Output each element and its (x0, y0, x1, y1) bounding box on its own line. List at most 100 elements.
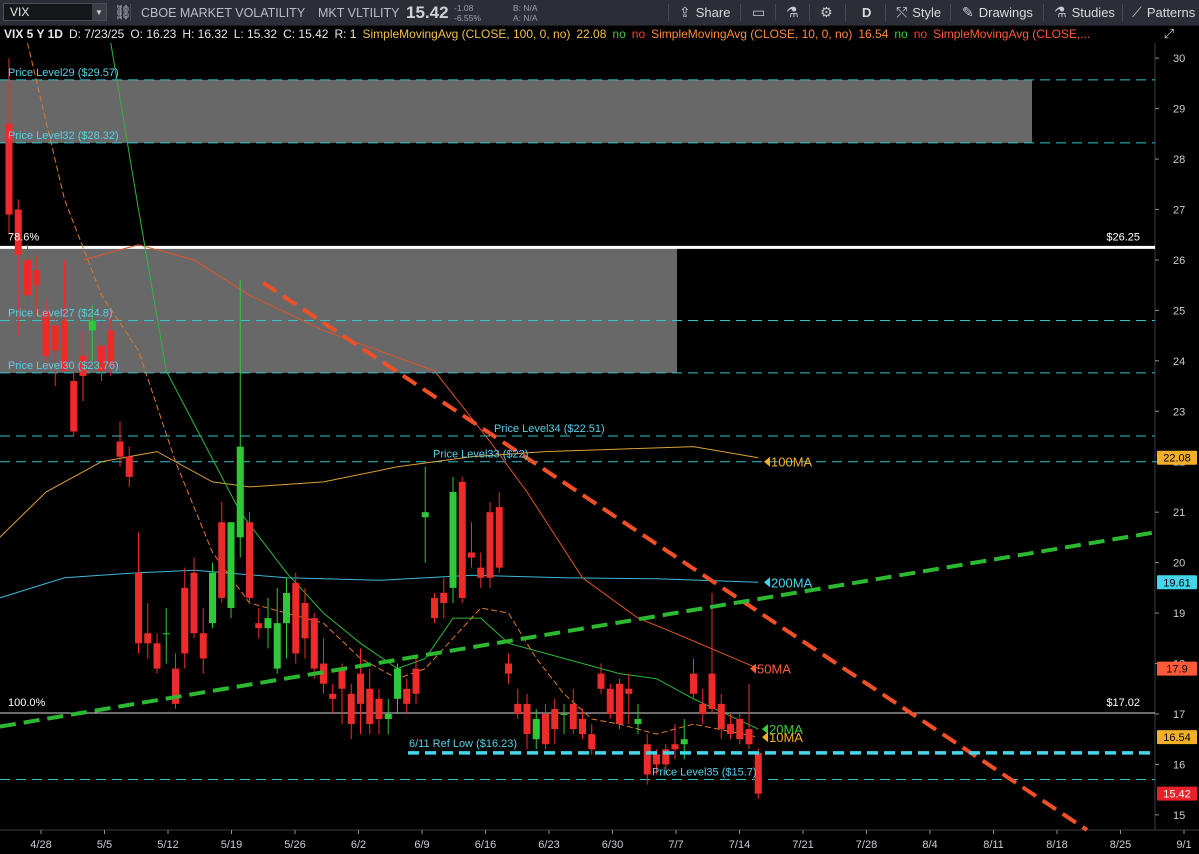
price-tick-label: 29 (1173, 104, 1185, 116)
info-high: H: 16.32 (182, 26, 228, 41)
candle-body (51, 325, 59, 351)
candle-body (477, 567, 485, 578)
symbol-input[interactable]: VIX ▼ (3, 3, 107, 21)
axis-price-tag-label: 22.08 (1163, 453, 1191, 465)
candle-body (338, 668, 346, 689)
price-level-label: Price Level34 ($22.51) (494, 423, 605, 435)
candle-body (588, 734, 596, 750)
candle-body (699, 703, 707, 714)
chart-info-bar: VIX 5 Y 1D D: 7/23/25 O: 16.23 H: 16.32 … (0, 25, 1155, 42)
style-label: Style (912, 5, 942, 20)
candle-body (218, 522, 226, 598)
price-tick-label: 17 (1173, 709, 1185, 721)
fib-value-100: $17.02 (1106, 697, 1140, 709)
candle-body (727, 724, 734, 735)
drawings-button[interactable]: ✎ Drawings (962, 0, 1033, 25)
candle-body (292, 582, 300, 654)
time-tick-label: 6/30 (602, 839, 623, 851)
aggregation-button[interactable]: D (862, 0, 871, 25)
candle-body (468, 552, 475, 558)
last-price: 15.42 (406, 2, 449, 22)
candle-body (505, 663, 512, 674)
change-block: -1.08 -6.55% (454, 0, 481, 25)
patterns-icon: ⟋ (1132, 4, 1142, 20)
ma-label: 200MA (771, 575, 813, 590)
time-tick-label: 4/28 (30, 839, 51, 851)
price-level-label: Price Level32 ($28.32) (8, 130, 119, 142)
candle-body (653, 754, 660, 765)
ma-label: 100MA (771, 455, 813, 470)
candle-body (375, 698, 383, 720)
price-tick-label: 24 (1173, 356, 1185, 368)
study-flag-3: no (894, 26, 908, 41)
message-icon[interactable]: ▭ (752, 0, 765, 25)
time-tick-label: 7/21 (792, 839, 813, 851)
candle-body (199, 633, 207, 659)
price-tick-label: 27 (1173, 204, 1185, 216)
candle-body (236, 446, 244, 538)
study-sma10[interactable]: SimpleMovingAvg (CLOSE, 10, 0, no) (651, 27, 852, 41)
price-tick-label: 20 (1173, 558, 1185, 570)
info-close: C: 15.42 (283, 26, 329, 41)
axis-price-tag-label: 15.42 (1163, 789, 1191, 801)
price-chart[interactable]: Price Level29 ($29.57) Price Level32 ($28… (0, 0, 1199, 854)
price-tick-label: 23 (1173, 406, 1185, 418)
candle-body (273, 623, 281, 669)
candle-body (634, 719, 642, 725)
candle-body (745, 729, 753, 745)
candle-body (310, 618, 318, 669)
gear-icon[interactable]: ⚙ (820, 0, 833, 25)
ascending-trendline (0, 530, 1156, 729)
share-label: Share (695, 5, 731, 20)
price-tick-label: 25 (1173, 305, 1185, 317)
ma-marker-icon (764, 577, 770, 588)
bid-ask-block: B: N/A A: N/A (513, 0, 538, 25)
candle-body (440, 592, 448, 603)
ref-low-label: 6/11 Ref Low ($16.23) (409, 738, 517, 750)
candle-body (24, 259, 31, 296)
style-button[interactable]: ⤲ Style (896, 0, 941, 25)
info-symbol: VIX 5 Y 1D (4, 26, 63, 41)
candle-body (708, 673, 716, 709)
expand-icon[interactable]: ⤢ (1158, 26, 1180, 42)
time-tick-label: 6/23 (538, 839, 559, 851)
price-tick-label: 16 (1173, 759, 1185, 771)
time-tick-label: 7/28 (856, 839, 877, 851)
patterns-button[interactable]: ⟋ Patterns (1132, 0, 1195, 25)
share-button[interactable]: ⇪ Share (679, 0, 730, 25)
flask-icon[interactable]: ⚗ (786, 0, 799, 25)
candle-body (384, 713, 392, 720)
candle-body (532, 719, 540, 740)
net-change: -1.08 (454, 2, 474, 13)
bid: B: N/A (513, 2, 538, 13)
studies-button[interactable]: ⚗ Studies (1054, 0, 1115, 25)
candle-body (523, 703, 531, 735)
study-sma100-value: 22.08 (576, 26, 607, 41)
candle-body (301, 602, 309, 639)
symbol-description: MKT VLTILITY (318, 5, 400, 20)
candle-body (680, 739, 688, 745)
price-level-label: Price Level33 ($22) (433, 449, 528, 461)
candle-body (181, 587, 189, 654)
share-icon: ⇪ (679, 4, 691, 20)
resistance-zone (0, 79, 1032, 143)
candle-body (569, 703, 577, 730)
top-toolbar: VIX ▼ ⛓ CBOE MARKET VOLATILITY MKT VLTIL… (0, 0, 1199, 26)
pencil-icon: ✎ (962, 4, 974, 20)
percent-change: -6.55% (454, 12, 481, 23)
candle-body (125, 456, 133, 477)
candle-body (264, 618, 272, 629)
price-tick-label: 26 (1173, 255, 1185, 267)
ma-20-line (110, 42, 759, 730)
candle-body (283, 592, 290, 624)
candle-body (88, 320, 96, 331)
price-level-label: Price Level30 ($23.76) (8, 360, 119, 372)
studies-label: Studies (1071, 5, 1115, 20)
chevron-down-icon[interactable]: ▼ (92, 4, 106, 20)
fib-label-100: 100.0% (8, 697, 46, 709)
study-sma100[interactable]: SimpleMovingAvg (CLOSE, 100, 0, no) (362, 27, 570, 41)
candle-body (736, 719, 744, 740)
candle-body (116, 441, 124, 457)
candle-body (135, 572, 142, 644)
study-sma-other[interactable]: SimpleMovingAvg (CLOSE,... (933, 27, 1090, 41)
